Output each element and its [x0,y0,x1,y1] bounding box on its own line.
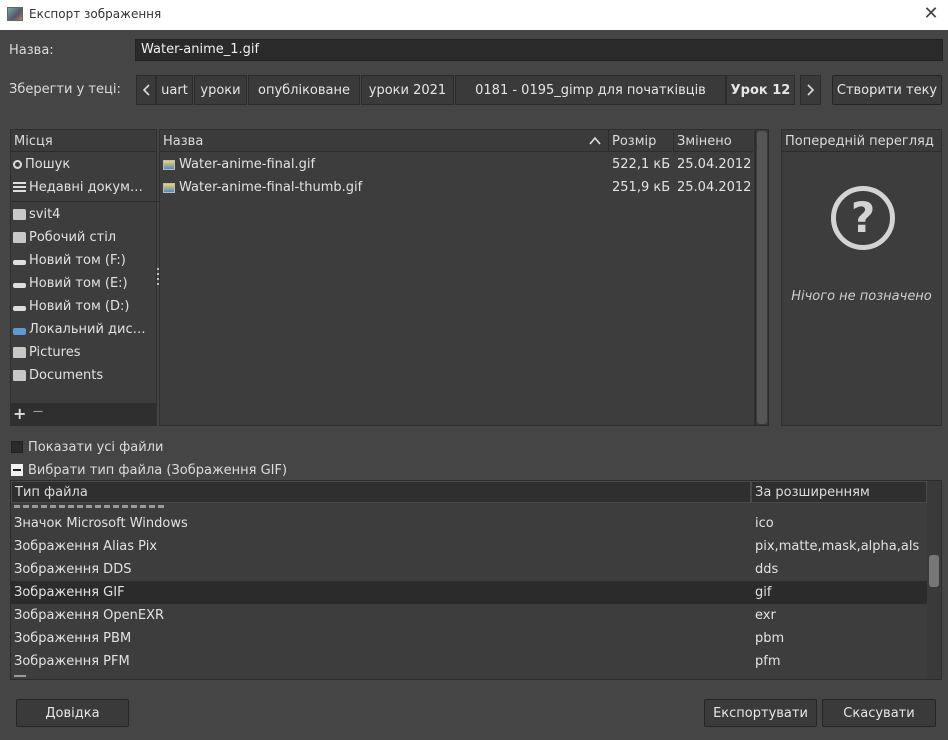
crumb-back-button[interactable] [136,75,156,105]
chevron-right-icon [806,84,814,96]
crumb-urok-12[interactable]: Урок 12 [726,75,795,105]
file-type-row[interactable]: Значок Microsoft Windows ico [11,512,927,535]
crumb-published[interactable]: опубліковане [248,75,360,105]
show-all-files-label[interactable]: Показати усі файли [28,440,163,455]
preview-panel: Попередній перегляд ? Нічого не позначен… [781,129,942,426]
file-size: 251,9 кБ [612,180,671,195]
sort-up-icon [589,136,601,145]
close-icon[interactable]: ✕ [920,3,942,25]
search-icon [13,160,22,169]
place-recent[interactable]: Недавні докум… [12,176,143,199]
file-row[interactable]: Water-anime-final-thumb.gif 251,9 кБ 25.… [160,176,753,199]
file-name: Water-anime-final-thumb.gif [179,180,363,195]
window-title: Експорт зображення [29,7,162,21]
place-svit4[interactable]: svit4 [12,203,60,226]
file-type-scrollbar[interactable] [927,481,941,679]
local-drive-icon [13,327,26,335]
crumb-gimp-folder[interactable]: 0181 - 0195_gimp для початківців [455,75,726,105]
place-search[interactable]: Пошук [12,153,70,176]
crumb-uroky[interactable]: уроки [194,75,247,105]
places-separator [12,201,162,202]
file-type-expander-icon[interactable] [11,464,23,476]
file-modified: 25.04.2012 [677,180,752,195]
drive-icon [13,283,26,288]
crumb-uart[interactable]: uart [156,75,193,105]
help-button[interactable]: Довідка [16,699,129,727]
name-label: Назва: [9,43,54,58]
remove-place-icon[interactable]: — [33,406,43,417]
folder-icon [13,232,26,243]
place-pictures[interactable]: Pictures [12,341,80,364]
question-icon: ? [831,186,895,250]
folder-icon [13,209,26,220]
column-modified[interactable]: Змінено [673,130,753,152]
drive-icon [13,306,26,311]
gif-file-icon [163,183,175,193]
file-type-scrollbar-thumb[interactable] [929,555,939,587]
show-all-files-checkbox[interactable] [11,441,23,453]
recent-icon [13,182,26,193]
title-bar: Експорт зображення ✕ [0,0,948,30]
place-drive-e[interactable]: Новий том (E:) [12,272,128,295]
file-type-expander-label[interactable]: Вибрати тип файла (Зображення GIF) [28,463,287,478]
file-size: 522,1 кБ [612,157,671,172]
place-drive-f[interactable]: Новий том (F:) [12,249,126,272]
crumb-uroky-2021[interactable]: уроки 2021 [361,75,454,105]
file-type-row[interactable]: Зображення OpenEXR exr [11,604,927,627]
files-scrollbar[interactable] [755,129,769,426]
file-type-row-selected[interactable]: Зображення GIF gif [11,581,927,604]
export-button[interactable]: Експортувати [704,699,817,727]
column-name[interactable]: Назва [160,130,608,152]
column-size[interactable]: Розмір [608,130,672,152]
app-icon [7,7,23,21]
preview-header: Попередній перегляд [782,130,941,152]
place-documents[interactable]: Documents [12,364,103,387]
file-type-row[interactable]: Зображення PFM pfm [11,650,927,673]
gif-file-icon [163,160,175,170]
column-file-type[interactable]: Тип файла [11,481,751,503]
crumb-forward-button[interactable] [800,75,821,105]
clipped-row [14,503,164,510]
cancel-button[interactable]: Скасувати [822,699,936,727]
folder-icon [13,370,26,381]
create-folder-button[interactable]: Створити теку [832,75,942,105]
file-row[interactable]: Water-anime-final.gif 522,1 кБ 25.04.201… [160,153,753,176]
column-extension[interactable]: За розширенням [751,481,927,503]
file-modified: 25.04.2012 [677,157,752,172]
places-header: Місця [11,130,156,152]
file-type-row[interactable]: Зображення PBM pbm [11,627,927,650]
chevron-left-icon [142,84,150,96]
files-scrollbar-thumb[interactable] [757,131,767,424]
folder-icon [13,347,26,358]
file-type-row[interactable]: Зображення DDS dds [11,558,927,581]
clipped-row [14,675,26,679]
file-name: Water-anime-final.gif [179,157,316,172]
file-type-row[interactable]: Зображення Alias Pix pix,matte,mask,alph… [11,535,927,558]
drive-icon [13,260,26,265]
place-local-disk[interactable]: Локальний дис… [12,318,146,341]
save-in-label: Зберегти у теці: [9,82,121,97]
preview-empty-text: Нічого не позначено [791,289,932,304]
place-desktop[interactable]: Робочий стіл [12,226,116,249]
add-place-icon[interactable]: + [13,404,26,423]
place-drive-d[interactable]: Новий том (D:) [12,295,129,318]
filename-input[interactable]: Water-anime_1.gif [135,39,943,61]
